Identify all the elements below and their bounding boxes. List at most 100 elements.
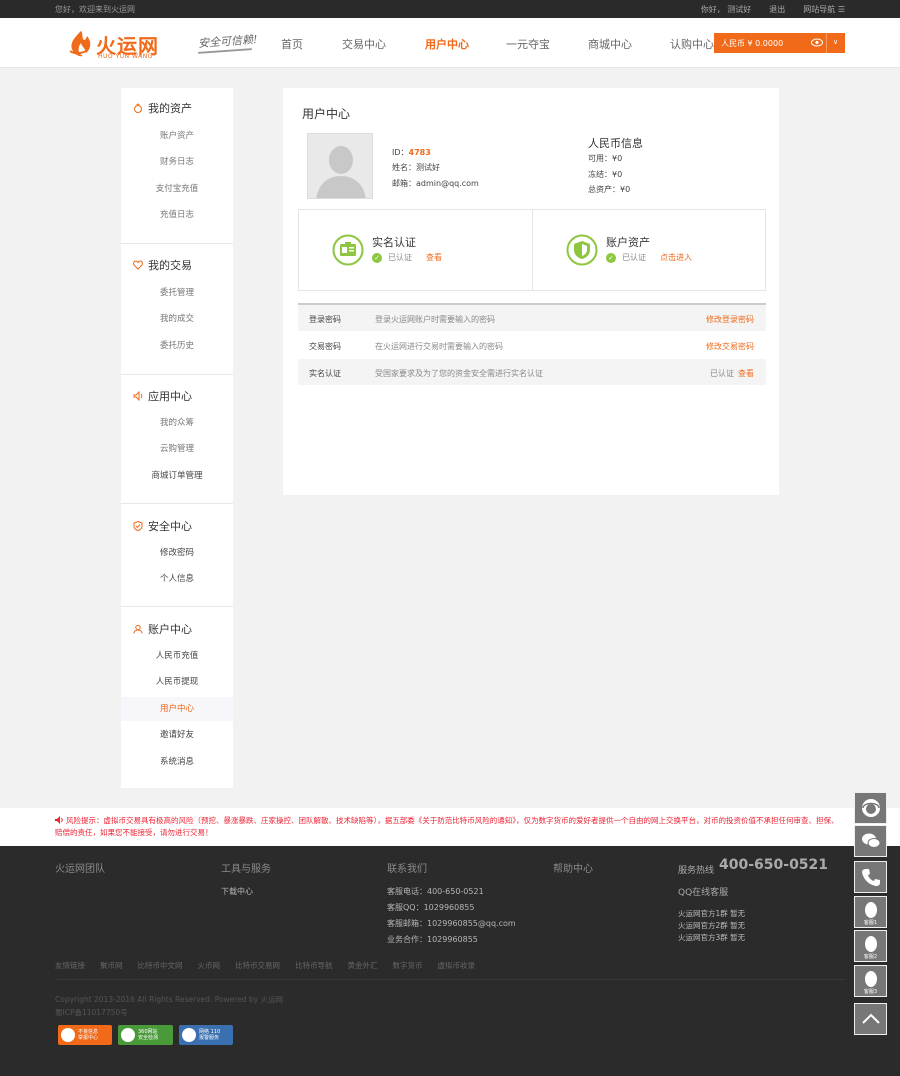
sidebar-item-system-messages[interactable]: 系统消息 [121,750,233,774]
view-realname-link[interactable]: 查看 [738,369,754,378]
security-desc: 受国家要求及为了您的资金安全需进行实名认证 [375,369,543,378]
enter-assets-link[interactable]: 点击进入 [660,252,692,263]
sidebar-item-personal-info[interactable]: 个人信息 [121,567,233,591]
hotline-number: 400-650-0521 [719,857,829,873]
sidebar-item-finance-log[interactable]: 财务日志 [121,150,233,174]
back-to-top-button[interactable] [854,1003,887,1035]
nav-trade-center[interactable]: 交易中心 [342,36,386,52]
phone-icon [862,869,880,886]
nav-user-center[interactable]: 用户中心 [425,36,469,52]
rmb-balance-dropdown[interactable]: 人民币 ¥ 0.0000 ∨ [714,33,845,53]
sidebar-item-recharge-log[interactable]: 充值日志 [121,203,233,227]
site-nav-link[interactable]: 网站导航 ☰ [803,4,845,15]
view-realname-link[interactable]: 查看 [426,252,442,263]
nav-mall-center[interactable]: 商城中心 [588,36,632,52]
sidebar-item-mall-orders[interactable]: 商城订单管理 [121,464,233,488]
download-center-link[interactable]: 下载中心 [221,886,253,897]
sidebar-item-order-management[interactable]: 委托管理 [121,281,233,305]
rmb-frozen: 冻结：¥0 [588,170,623,179]
divider [121,606,233,607]
header: 火运网 HUO YUN WANG 安全可信赖! 首页 交易中心 用户中心 一元夺… [0,18,900,68]
user-center-panel: 用户中心 ID：4783 姓名：测试好 邮箱：admin@qq.com 人民币信… [283,88,779,495]
friend-link[interactable]: 虚拟币收录 [438,960,476,971]
kefu-1-button[interactable]: 客服1 [854,896,887,928]
rmb-info-title: 人民币信息 [588,137,643,150]
sidebar-item-account-assets[interactable]: 账户资产 [121,124,233,148]
avatar[interactable] [307,133,373,199]
kefu-2-button[interactable]: 客服2 [854,930,887,962]
divider [121,243,233,244]
qq-penguin-icon [865,971,877,987]
contact-qq: 客服QQ：1029960855 [387,903,475,912]
sidebar-group-title: 账户中心 [133,621,192,637]
sidebar-item-cloud-purchase[interactable]: 云购管理 [121,437,233,461]
qq-group[interactable]: 火运网官方1群 暂无 [678,908,745,919]
friend-links-label: 友情链接 [55,961,85,970]
eye-icon[interactable] [811,37,823,48]
kefu-3-button[interactable]: 客服3 [854,965,887,997]
realname-action: 已认证 查看 [710,368,754,379]
page-title: 用户中心 [302,107,351,121]
user-name: 姓名：测试好 [392,163,440,172]
user-id: ID：4783 [392,148,431,157]
rmb-balance: 人民币 ¥ 0.0000 [721,39,784,48]
change-trade-password-link[interactable]: 修改交易密码 [706,341,754,352]
sidebar-item-invite-friends[interactable]: 邀请好友 [121,723,233,747]
sidebar-item-change-password[interactable]: 修改密码 [121,541,233,565]
hotline-label: 服务热线 [678,866,715,876]
wechat-button[interactable] [854,825,887,857]
friend-link[interactable]: 比特币导航 [295,960,333,971]
wechat-icon [862,833,881,848]
police-110-badge[interactable]: 网络 110 报警服务 [179,1025,233,1045]
id-card-icon [332,234,364,266]
qq-group[interactable]: 火运网官方2群 暂无 [678,920,745,931]
nav-one-yuan[interactable]: 一元夺宝 [506,36,550,52]
shield-icon [133,521,143,531]
magnifier-icon [121,1028,135,1042]
sidebar-item-user-center[interactable]: 用户中心 [121,697,233,721]
qq-penguin-icon [865,936,877,952]
friend-link[interactable]: 黄金外汇 [348,960,378,971]
speaker-icon [133,391,143,401]
friend-link[interactable]: 数字货币 [393,960,423,971]
user-icon [133,624,143,634]
nav-home[interactable]: 首页 [281,36,303,52]
friend-link[interactable]: 比特币中文网 [138,960,183,971]
nav-subscription-center[interactable]: 认购中心 [670,36,714,52]
sidebar-item-rmb-withdraw[interactable]: 人民币提现 [121,670,233,694]
logout-link[interactable]: 退出 [769,4,785,15]
risk-notice-text: 风险提示：虚拟币交易具有极高的风险（预挖、暴涨暴跌、庄家操控、团队解散、技术缺陷… [55,816,839,837]
change-login-password-link[interactable]: 修改登录密码 [706,314,754,325]
sidebar-item-alipay-recharge[interactable]: 支付宝充值 [121,177,233,201]
customer-service-button[interactable] [854,792,887,824]
cert-status: 已认证 [388,253,412,262]
logo-pinyin: HUO YUN WANG [98,53,153,60]
user-greeting-menu[interactable]: 你好， 测试好 [701,4,752,15]
friend-link[interactable]: 比特币交易网 [235,960,280,971]
security-key: 交易密码 [309,342,341,351]
logo[interactable]: 火运网 HUO YUN WANG [68,30,176,60]
cert-title: 实名认证 [372,236,416,249]
phone-button[interactable] [854,861,887,893]
sidebar-item-my-crowdfunding[interactable]: 我的众筹 [121,411,233,435]
sidebar-group-title: 我的交易 [133,257,192,273]
rmb-total: 总资产：¥0 [588,185,631,194]
icp-record: 蜀ICP备11017750号 [55,1008,128,1017]
chevron-down-icon[interactable]: ∨ [833,38,838,46]
police-badge-icon [182,1028,196,1042]
sidebar-item-order-history[interactable]: 委托历史 [121,334,233,358]
360-security-badge[interactable]: 360网站 安全检测 [118,1025,173,1045]
user-id-value: 4783 [408,148,431,157]
friend-link[interactable]: 火币网 [198,960,221,971]
report-center-badge[interactable]: 不良信息 举报中心 [58,1025,112,1045]
divider [121,503,233,504]
copyright: Copyright 2013-2016 All Rights Reserved.… [55,995,284,1004]
friend-link[interactable]: 聚币网 [100,960,123,971]
sidebar-item-my-trades[interactable]: 我的成交 [121,307,233,331]
qq-group[interactable]: 火运网官方3群 暂无 [678,932,745,943]
table-row: 交易密码 在火运网进行交易时需要输入的密码 修改交易密码 [298,332,766,359]
sidebar: 我的资产 账户资产 财务日志 支付宝充值 充值日志 我的交易 委托管理 我的成交… [121,88,233,788]
contact-business: 业务合作：1029960855 [387,935,478,944]
sidebar-item-rmb-recharge[interactable]: 人民币充值 [121,644,233,668]
cert-status: 已认证 [622,253,646,262]
